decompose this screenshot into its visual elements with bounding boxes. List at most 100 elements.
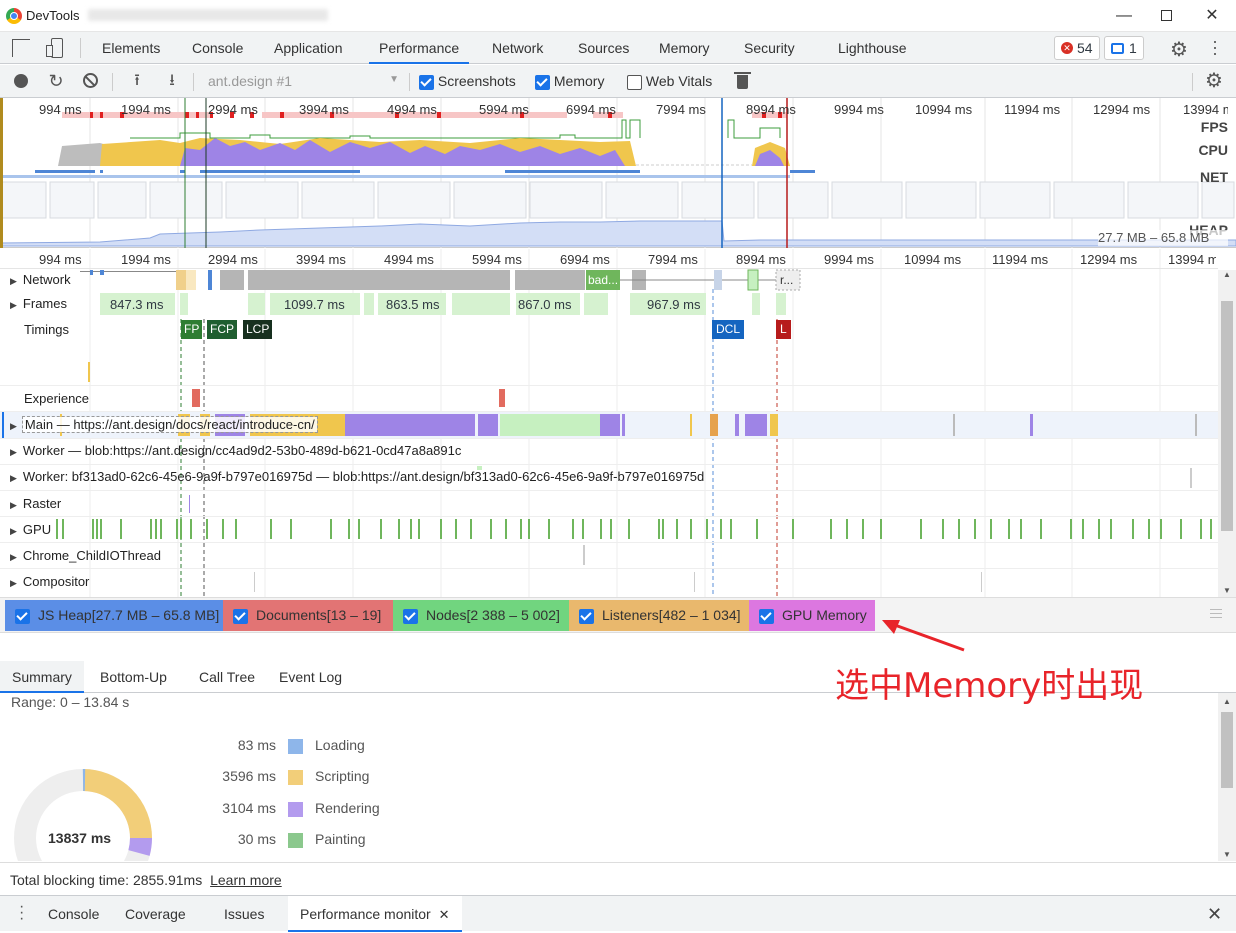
track-raster-label: Raster: [22, 496, 62, 511]
drawer-tab-issues[interactable]: Issues: [224, 896, 264, 932]
track-worker[interactable]: ▶ Worker — blob:https://ant.design/cc4ad9…: [10, 443, 461, 458]
summary-scrollbar[interactable]: ▲ ▼: [1218, 693, 1236, 861]
track-main[interactable]: ▶ Main — https://ant.design/docs/react/in…: [10, 416, 318, 433]
legend-swatch: [288, 801, 303, 817]
clear-icon[interactable]: [82, 72, 100, 90]
learn-more-link[interactable]: Learn more: [210, 872, 282, 888]
gpu-task-bar: [150, 519, 152, 539]
memory-checkbox[interactable]: Memory: [535, 73, 604, 90]
more-options-icon[interactable]: · · ·: [1212, 32, 1218, 62]
capture-settings-gear-icon[interactable]: ⚙: [1205, 68, 1223, 93]
maximize-icon[interactable]: [1157, 6, 1177, 26]
track-worker[interactable]: ▶ Worker: bf313ad0-62c6-45e6-9a9f-b797e01…: [10, 469, 704, 484]
minimize-icon[interactable]: —: [1114, 6, 1134, 26]
tab-console[interactable]: Console: [192, 32, 243, 64]
profile-select[interactable]: ant.design #1 ▼: [208, 73, 403, 89]
timeline-tick: 2994 ms: [208, 252, 258, 267]
counter-listeners[interactable]: Listeners[482 – 1 034]: [569, 600, 749, 631]
tab-event-log[interactable]: Event Log: [279, 661, 342, 693]
screenshots-checkbox[interactable]: Screenshots: [419, 73, 516, 90]
tab-memory[interactable]: Memory: [659, 32, 710, 64]
marker-lcp[interactable]: LCP: [243, 320, 273, 339]
track-compositor[interactable]: ▶ Compositor: [10, 574, 89, 589]
track-timings[interactable]: Timings: [24, 322, 69, 337]
timeline-overview[interactable]: 994 ms 1994 ms 2994 ms 3994 ms 4994 ms 5…: [0, 98, 1236, 248]
track-experience[interactable]: Experience: [24, 391, 89, 406]
marker-load[interactable]: L: [776, 320, 791, 339]
tab-sources[interactable]: Sources: [578, 32, 629, 64]
gpu-task-bar: [120, 519, 122, 539]
counter-nodes[interactable]: Nodes[2 388 – 5 002]: [393, 600, 569, 631]
net-label: NET: [1200, 169, 1228, 185]
drawer-tab-console[interactable]: Console: [48, 896, 99, 932]
track-raster[interactable]: ▶ Raster: [10, 496, 61, 511]
settings-gear-icon[interactable]: ⚙: [1170, 37, 1188, 62]
drag-handle-icon[interactable]: [1210, 609, 1222, 618]
marker-fp[interactable]: FP: [181, 320, 203, 339]
track-frames[interactable]: ▶ Frames: [10, 296, 67, 311]
upload-profile-icon[interactable]: ⭱: [128, 72, 146, 90]
tab-summary[interactable]: Summary: [0, 661, 84, 693]
close-window-icon[interactable]: ✕: [1202, 6, 1222, 26]
track-network[interactable]: ▶ Network: [10, 272, 71, 287]
download-profile-icon[interactable]: ⭳: [163, 72, 181, 90]
timeline-tick: 3994 ms: [296, 252, 346, 267]
marker-dcl[interactable]: DCL: [712, 320, 745, 339]
web-vitals-checkbox[interactable]: Web Vitals: [627, 73, 712, 90]
marker-fcp[interactable]: FCP: [207, 320, 237, 339]
gpu-task-bar: [706, 519, 708, 539]
scroll-down-arrow-icon[interactable]: ▼: [1218, 586, 1236, 595]
drawer-menu-icon[interactable]: · · ·: [19, 899, 24, 927]
flame-chart[interactable]: 994 ms 1994 ms 2994 ms 3994 ms 4994 ms 5…: [0, 249, 1218, 597]
overview-tick: 4994 ms: [387, 102, 437, 117]
reload-record-icon[interactable]: ↻: [47, 72, 65, 90]
summary-panel: Range: 0 – 13.84 s 13837 ms 83 ms Loading…: [0, 693, 1236, 861]
gpu-task-bar: [1160, 519, 1162, 539]
flame-scrollbar[interactable]: ▲ ▼: [1218, 270, 1236, 597]
counter-label: Nodes[2 388 – 5 002]: [426, 607, 560, 623]
gpu-task-bar: [1040, 519, 1042, 539]
track-childio[interactable]: ▶ Chrome_ChildIOThread: [10, 548, 161, 563]
gpu-task-bar: [942, 519, 944, 539]
scrollbar-thumb[interactable]: [1221, 301, 1233, 531]
device-toolbar-icon[interactable]: [46, 38, 64, 58]
tab-performance[interactable]: Performance: [369, 32, 470, 64]
track-childio-label: Chrome_ChildIOThread: [22, 548, 161, 563]
scroll-up-arrow-icon[interactable]: ▲: [1218, 697, 1236, 706]
close-drawer-icon[interactable]: ✕: [1207, 904, 1222, 925]
tab-lighthouse[interactable]: Lighthouse: [838, 32, 907, 64]
gpu-task-bar: [920, 519, 922, 539]
close-tab-icon[interactable]: ✕: [439, 907, 450, 922]
trash-icon[interactable]: [734, 72, 752, 90]
overview-tick: 10994 ms: [915, 102, 973, 117]
message-count-badge[interactable]: 1: [1104, 36, 1144, 60]
timeline-tick: 9994 ms: [824, 252, 874, 267]
record-icon[interactable]: [12, 72, 30, 90]
error-count-badge[interactable]: ✕ 54: [1054, 36, 1100, 60]
inspect-element-icon[interactable]: [12, 39, 30, 57]
tab-call-tree[interactable]: Call Tree: [199, 661, 255, 693]
overview-tick: 8994 ms: [746, 102, 796, 117]
counter-gpu-memory[interactable]: GPU Memory: [749, 600, 875, 631]
drawer-tab-performance-monitor[interactable]: Performance monitor ✕: [288, 896, 462, 932]
tab-security[interactable]: Security: [744, 32, 795, 64]
scroll-down-arrow-icon[interactable]: ▼: [1218, 850, 1236, 859]
legend-label: Painting: [315, 831, 366, 847]
tab-elements[interactable]: Elements: [102, 32, 160, 64]
scrollbar-thumb[interactable]: [1221, 712, 1233, 788]
gpu-task-bar: [398, 519, 400, 539]
tab-application[interactable]: Application: [274, 32, 343, 64]
tab-network[interactable]: Network: [492, 32, 543, 64]
legend-painting: 30 ms Painting: [220, 831, 366, 848]
track-gpu[interactable]: ▶ GPU: [10, 522, 51, 537]
gpu-task-bar: [662, 519, 664, 539]
tab-bottom-up[interactable]: Bottom-Up: [100, 661, 167, 693]
overview-tick: 6994 ms: [566, 102, 616, 117]
scroll-up-arrow-icon[interactable]: ▲: [1218, 270, 1236, 279]
drawer-tab-coverage[interactable]: Coverage: [125, 896, 186, 932]
gpu-task-bar: [160, 519, 162, 539]
drawer-tab-bar: · · · Console Coverage Issues Performance …: [0, 895, 1236, 932]
counter-js-heap[interactable]: JS Heap[27.7 MB – 65.8 MB]: [5, 600, 223, 631]
gpu-task-bar: [528, 519, 530, 539]
counter-documents[interactable]: Documents[13 – 19]: [223, 600, 393, 631]
